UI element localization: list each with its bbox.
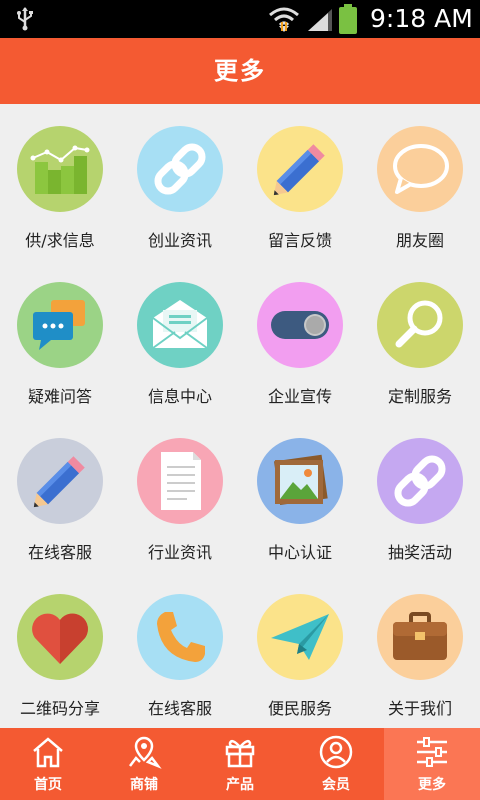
phone-icon bbox=[157, 612, 205, 662]
sliders-icon bbox=[417, 737, 447, 767]
link-icon bbox=[394, 455, 446, 507]
menu-item-industry-news[interactable]: 行业资讯 bbox=[120, 416, 240, 572]
menu-item-label: 二维码分享 bbox=[19, 699, 100, 718]
menu-icon-bg bbox=[137, 438, 223, 524]
menu-item-qa[interactable]: 疑难问答 bbox=[0, 260, 120, 416]
tab-label: 会员 bbox=[322, 777, 350, 793]
menu-item-label: 创业资讯 bbox=[147, 231, 212, 250]
menu-item-label: 关于我们 bbox=[387, 699, 452, 718]
tab-label: 商铺 bbox=[130, 777, 158, 793]
menu-item-online-service[interactable]: 在线客服 bbox=[0, 416, 120, 572]
menu-icon-bg bbox=[17, 126, 103, 212]
tab-label: 更多 bbox=[418, 777, 446, 793]
menu-item-about-us[interactable]: 关于我们 bbox=[360, 572, 480, 728]
menu-item-label: 在线客服 bbox=[27, 543, 92, 562]
menu-item-online-service-phone[interactable]: 在线客服 bbox=[120, 572, 240, 728]
menu-icon-bg bbox=[257, 126, 343, 212]
menu-item-lottery[interactable]: 抽奖活动 bbox=[360, 416, 480, 572]
link-icon bbox=[154, 143, 206, 195]
menu-item-label: 中心认证 bbox=[267, 543, 332, 562]
menu-item-label: 留言反馈 bbox=[267, 231, 332, 250]
page-title: 更多 bbox=[214, 57, 266, 85]
usb-icon bbox=[17, 7, 33, 31]
menu-icon-bg bbox=[137, 126, 223, 212]
tab-label: 首页 bbox=[34, 777, 62, 793]
status-bar: 9:18 AM bbox=[0, 0, 480, 38]
menu-icon-bg bbox=[257, 594, 343, 680]
menu-item-info-center[interactable]: 信息中心 bbox=[120, 260, 240, 416]
chart-icon bbox=[30, 145, 90, 194]
menu-icon-bg bbox=[257, 282, 343, 368]
tab-label: 产品 bbox=[226, 777, 254, 793]
signal-icon bbox=[308, 9, 332, 31]
user-icon bbox=[319, 735, 353, 769]
document-icon bbox=[161, 452, 201, 510]
tab-products[interactable]: 产品 bbox=[192, 728, 288, 800]
menu-item-label: 朋友圈 bbox=[395, 231, 444, 250]
tab-members[interactable]: 会员 bbox=[288, 728, 384, 800]
menu-item-label: 行业资讯 bbox=[147, 543, 212, 562]
battery-icon bbox=[339, 4, 357, 34]
menu-grid: 供/求信息 创业资讯 留言反馈 朋友圈 疑难问答 信息中心 企业宣传 定制服务 … bbox=[0, 104, 480, 728]
menu-icon-bg bbox=[377, 594, 463, 680]
menu-icon-bg bbox=[377, 438, 463, 524]
menu-icon-bg bbox=[257, 438, 343, 524]
envelope-icon bbox=[152, 300, 208, 349]
menu-item-label: 疑难问答 bbox=[27, 387, 92, 406]
menu-item-promotion[interactable]: 企业宣传 bbox=[240, 260, 360, 416]
tab-home[interactable]: 首页 bbox=[0, 728, 96, 800]
menu-item-supply-demand[interactable]: 供/求信息 bbox=[0, 104, 120, 260]
speech-bubble-icon bbox=[393, 144, 449, 194]
menu-icon-bg bbox=[137, 594, 223, 680]
menu-item-convenience[interactable]: 便民服务 bbox=[240, 572, 360, 728]
map-pin-icon bbox=[129, 736, 162, 769]
menu-item-qr-share[interactable]: 二维码分享 bbox=[0, 572, 120, 728]
menu-icon-bg bbox=[17, 438, 103, 524]
menu-item-label: 供/求信息 bbox=[25, 231, 95, 250]
chat-bubbles-icon bbox=[33, 300, 85, 350]
tab-more[interactable]: 更多 bbox=[384, 728, 480, 800]
picture-icon bbox=[274, 454, 328, 505]
menu-icon-bg bbox=[377, 282, 463, 368]
menu-item-label: 便民服务 bbox=[267, 699, 332, 718]
gift-icon bbox=[225, 739, 255, 768]
bottom-tab-bar: 首页 商铺 产品 会员 更多 bbox=[0, 728, 480, 800]
wifi-icon bbox=[269, 7, 299, 32]
pencil-icon bbox=[33, 456, 85, 508]
menu-item-custom-service[interactable]: 定制服务 bbox=[360, 260, 480, 416]
magnifier-icon bbox=[395, 300, 443, 348]
menu-icon-bg bbox=[377, 126, 463, 212]
menu-item-feedback[interactable]: 留言反馈 bbox=[240, 104, 360, 260]
toggle-icon bbox=[271, 311, 329, 339]
menu-icon-bg bbox=[17, 282, 103, 368]
status-time: 9:18 AM bbox=[370, 4, 473, 33]
menu-item-label: 企业宣传 bbox=[267, 387, 332, 406]
home-icon bbox=[33, 737, 63, 768]
tab-shops[interactable]: 商铺 bbox=[96, 728, 192, 800]
menu-icon-bg bbox=[17, 594, 103, 680]
pencil-icon bbox=[273, 144, 325, 196]
menu-item-certification[interactable]: 中心认证 bbox=[240, 416, 360, 572]
menu-item-label: 信息中心 bbox=[147, 387, 212, 406]
menu-item-label: 在线客服 bbox=[147, 699, 212, 718]
briefcase-icon bbox=[393, 612, 447, 660]
menu-item-friends[interactable]: 朋友圈 bbox=[360, 104, 480, 260]
heart-icon bbox=[32, 613, 88, 664]
menu-item-label: 抽奖活动 bbox=[387, 543, 452, 562]
menu-item-startup-news[interactable]: 创业资讯 bbox=[120, 104, 240, 260]
menu-item-label: 定制服务 bbox=[387, 387, 452, 406]
title-bar: 更多 bbox=[0, 38, 480, 104]
paper-plane-icon bbox=[271, 614, 329, 660]
menu-icon-bg bbox=[137, 282, 223, 368]
